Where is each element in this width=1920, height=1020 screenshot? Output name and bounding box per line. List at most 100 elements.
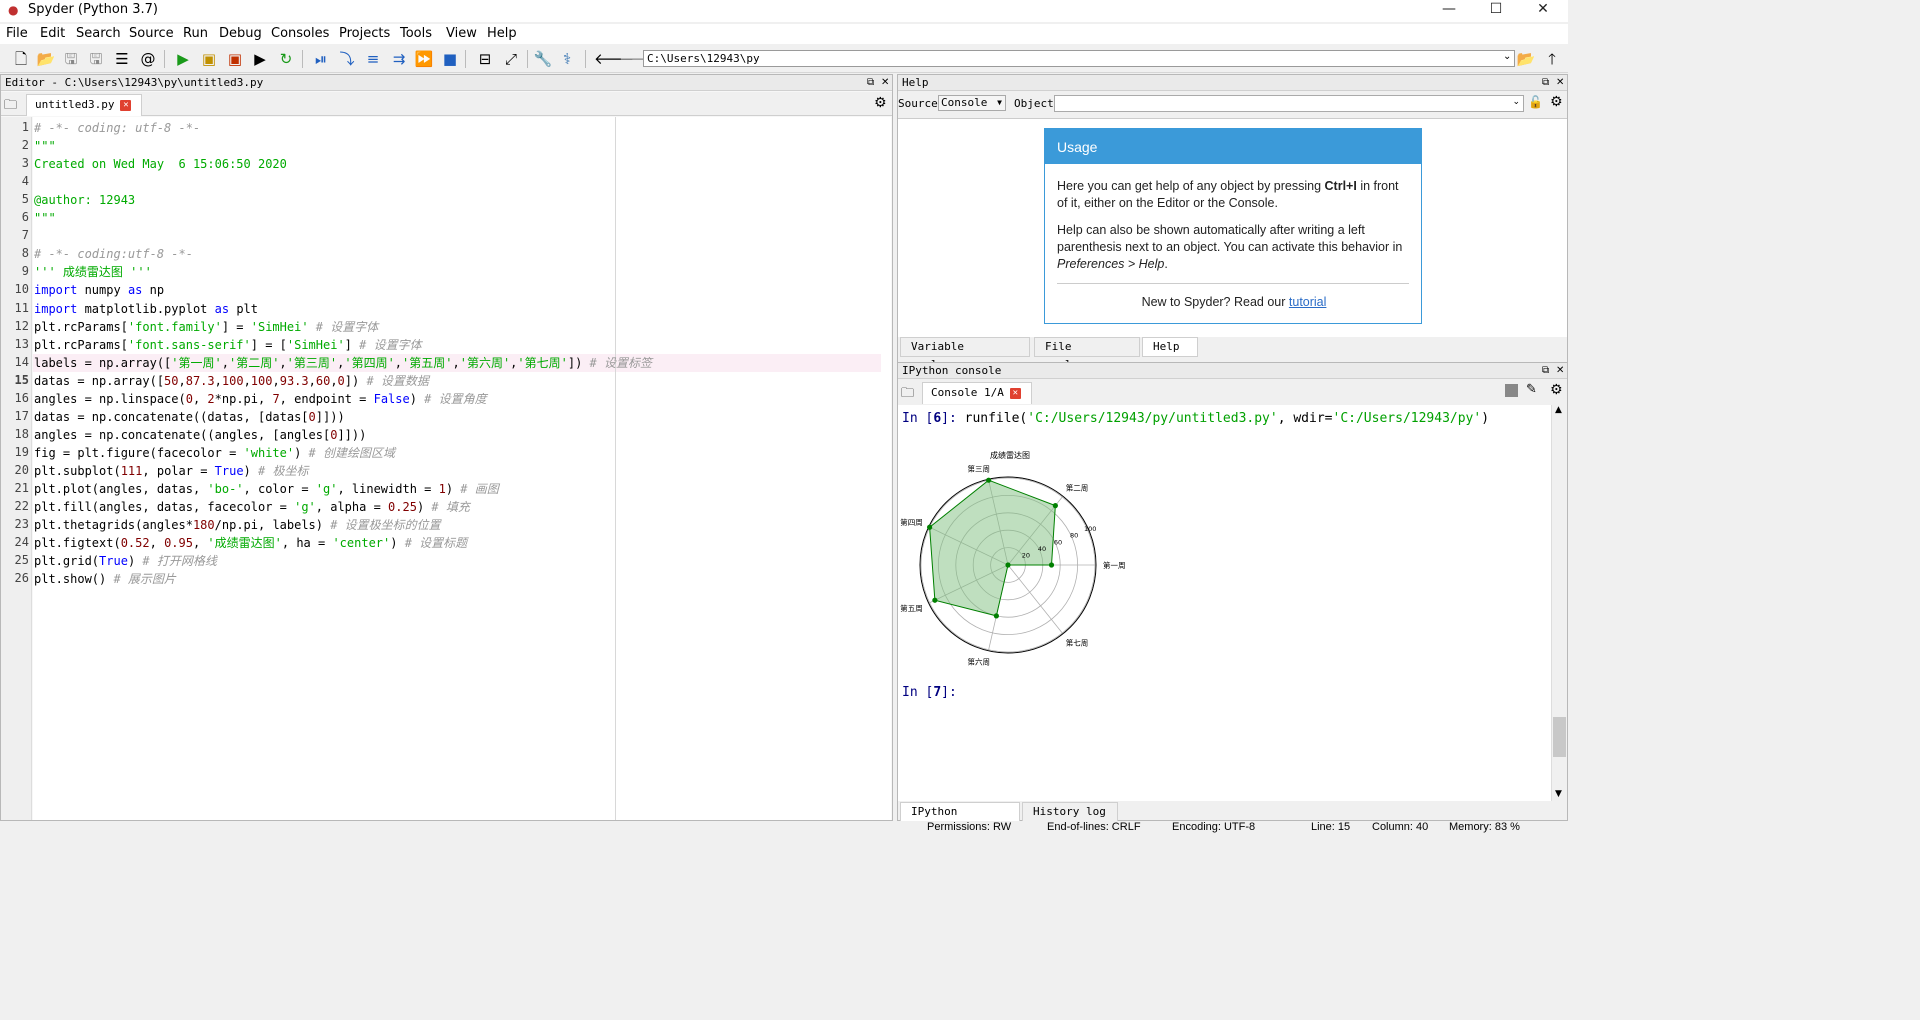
- forward-arrow-icon[interactable]: 🡒: [619, 49, 659, 69]
- new-file-icon[interactable]: 🗋: [11, 49, 31, 69]
- close-pane-icon[interactable]: ✕: [881, 75, 889, 91]
- tab-variable-explorer[interactable]: Variable explorer: [900, 337, 1030, 371]
- line-number: 18: [14, 426, 29, 441]
- run-icon[interactable]: ▶: [173, 49, 193, 69]
- chevron-down-icon[interactable]: ⌄: [1503, 51, 1511, 62]
- menu-run[interactable]: Run: [183, 26, 208, 41]
- stop-debug-icon[interactable]: ■: [440, 49, 460, 69]
- tab-console-1a[interactable]: Console 1/A ✕: [922, 382, 1032, 404]
- lock-icon[interactable]: 🔓: [1528, 95, 1543, 109]
- scroll-thumb[interactable]: [1553, 717, 1566, 757]
- source-select[interactable]: Console ▼: [938, 95, 1006, 111]
- menu-file[interactable]: File: [6, 26, 28, 41]
- gear-icon[interactable]: ⚙: [1550, 94, 1563, 110]
- line-number: 9: [21, 264, 29, 279]
- code-token: '第四周': [344, 355, 395, 370]
- step-into-icon[interactable]: ≡: [363, 49, 383, 69]
- code-token: plt.grid(: [34, 554, 100, 569]
- list-icon[interactable]: ☰: [112, 49, 132, 69]
- undock-icon[interactable]: ⧉: [867, 75, 874, 91]
- maximize-pane-icon[interactable]: ⊟: [475, 49, 495, 69]
- undock-icon[interactable]: ⧉: [1542, 363, 1549, 379]
- save-icon[interactable]: 🖫: [61, 49, 81, 69]
- code-token: 'center': [332, 536, 391, 551]
- close-tab-icon[interactable]: ✕: [120, 99, 132, 111]
- save-all-icon[interactable]: 🖫: [86, 49, 106, 69]
- code-token: ]])): [315, 409, 345, 424]
- parent-dir-icon[interactable]: 🡑: [1542, 49, 1562, 69]
- code-token: 0.52: [120, 536, 150, 551]
- gear-icon[interactable]: ⚙: [874, 95, 887, 111]
- spyder-logo-icon: ●: [8, 3, 19, 17]
- code-token: plt.show(): [34, 572, 114, 587]
- object-input[interactable]: ⌄: [1054, 95, 1524, 112]
- usage-paragraph-1: Here you can get help of any object by p…: [1057, 178, 1411, 212]
- scroll-up-icon[interactable]: ▲: [1555, 405, 1562, 415]
- menu-search[interactable]: Search: [76, 26, 121, 41]
- step-icon[interactable]: ⤵: [337, 49, 357, 69]
- code-token: 2: [207, 391, 215, 406]
- step-return-icon[interactable]: ⇉: [389, 49, 409, 69]
- working-directory-input[interactable]: C:\Users\12943\py: [643, 50, 1515, 67]
- run-cell-advance-icon[interactable]: ▣: [225, 49, 245, 69]
- code-token: /np.pi, labels): [214, 518, 331, 533]
- menu-projects[interactable]: Projects: [339, 26, 390, 41]
- open-file-icon[interactable]: 📂: [36, 49, 56, 69]
- browse-tabs-icon[interactable]: 🗀: [4, 96, 17, 118]
- python-path-icon[interactable]: ⚕: [557, 49, 577, 69]
- code-token: 0: [337, 373, 345, 388]
- close-window-button[interactable]: ✕: [1520, 0, 1566, 22]
- scroll-down-icon[interactable]: ▼: [1555, 789, 1562, 799]
- maximize-button[interactable]: ☐: [1473, 0, 1519, 22]
- menu-tools[interactable]: Tools: [400, 26, 432, 41]
- tab-label: untitled3.py: [35, 98, 115, 111]
- run-selection-icon[interactable]: ▶: [250, 49, 270, 69]
- close-pane-icon[interactable]: ✕: [1556, 363, 1564, 379]
- category-label: 第七周: [1066, 637, 1089, 647]
- undock-icon[interactable]: ⧉: [1542, 75, 1549, 91]
- code-token: ] =: [221, 319, 251, 334]
- debug-icon[interactable]: ⏯: [311, 49, 331, 69]
- fullscreen-icon[interactable]: ⤢: [501, 49, 521, 69]
- tab-ipython-console[interactable]: IPython console: [900, 802, 1020, 836]
- menu-help[interactable]: Help: [487, 26, 517, 41]
- console-scrollbar[interactable]: ▲ ▼: [1551, 405, 1567, 801]
- minimize-button[interactable]: —: [1426, 0, 1472, 22]
- rerun-icon[interactable]: ↻: [276, 49, 296, 69]
- prompt-in-7: In [7]:: [902, 685, 957, 700]
- console-output[interactable]: In [6]: runfile('C:/Users/12943/py/untit…: [898, 405, 1551, 801]
- tutorial-link[interactable]: tutorial: [1289, 295, 1327, 309]
- back-arrow-icon[interactable]: 🡐: [594, 49, 634, 69]
- code-token: as: [214, 301, 230, 316]
- code-token: 111: [120, 463, 143, 478]
- tab-help[interactable]: Help: [1142, 337, 1198, 357]
- browse-tabs-icon[interactable]: 🗀: [901, 384, 914, 406]
- code-area[interactable]: # -*- coding: utf-8 -*- """ Created on Wed…: [33, 117, 891, 820]
- category-label: 第五周: [900, 603, 923, 613]
- code-token: 100: [221, 373, 244, 388]
- menu-view[interactable]: View: [446, 26, 477, 41]
- tab-untitled3[interactable]: untitled3.py ✕: [26, 94, 142, 116]
- code-line: # -*- coding:utf-8 -*-: [34, 246, 193, 262]
- menu-consoles[interactable]: Consoles: [271, 26, 329, 41]
- run-cell-icon[interactable]: ▣: [199, 49, 219, 69]
- code-line: fig = plt.figure(facecolor = 'white') # …: [34, 445, 395, 461]
- tab-file-explorer[interactable]: File explorer: [1034, 337, 1140, 371]
- data-point: [927, 524, 933, 530]
- usage-text: New to Spyder? Read our: [1141, 295, 1289, 309]
- menu-debug[interactable]: Debug: [219, 26, 262, 41]
- source-label: Source: [898, 97, 938, 110]
- browse-folder-icon[interactable]: 📂: [1516, 49, 1536, 69]
- gear-icon[interactable]: ⚙: [1550, 382, 1563, 398]
- close-pane-icon[interactable]: ✕: [1556, 75, 1564, 91]
- eraser-icon[interactable]: ✎: [1526, 382, 1537, 397]
- menu-source[interactable]: Source: [129, 26, 174, 41]
- menu-edit[interactable]: Edit: [40, 26, 65, 41]
- code-token: # -*- coding: utf-8 -*-: [34, 121, 201, 135]
- stop-kernel-icon[interactable]: [1505, 384, 1518, 397]
- preferences-icon[interactable]: 🔧: [533, 49, 553, 69]
- at-icon[interactable]: @: [138, 49, 158, 69]
- continue-icon[interactable]: ⏩: [414, 49, 434, 69]
- close-tab-icon[interactable]: ✕: [1009, 387, 1021, 399]
- tab-history-log[interactable]: History log: [1022, 802, 1118, 822]
